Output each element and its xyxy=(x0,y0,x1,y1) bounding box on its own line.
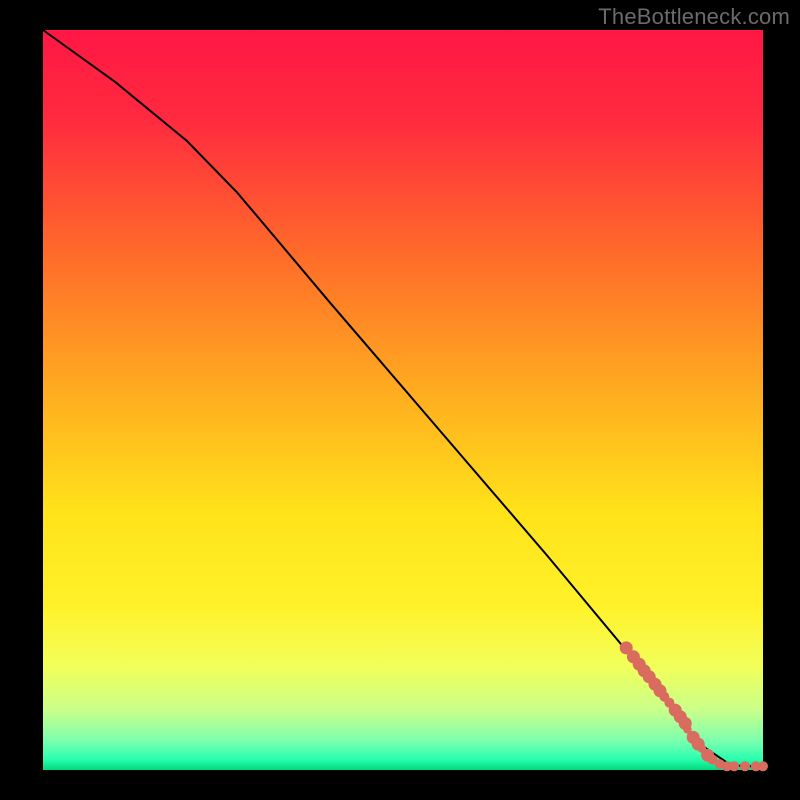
watermark-label: TheBottleneck.com xyxy=(598,4,790,30)
scatter-dot xyxy=(758,761,768,771)
scatter-dot xyxy=(729,761,739,771)
chart-canvas xyxy=(0,0,800,800)
chart-frame: TheBottleneck.com xyxy=(0,0,800,800)
scatter-dot xyxy=(740,761,750,771)
plot-background xyxy=(43,30,763,770)
